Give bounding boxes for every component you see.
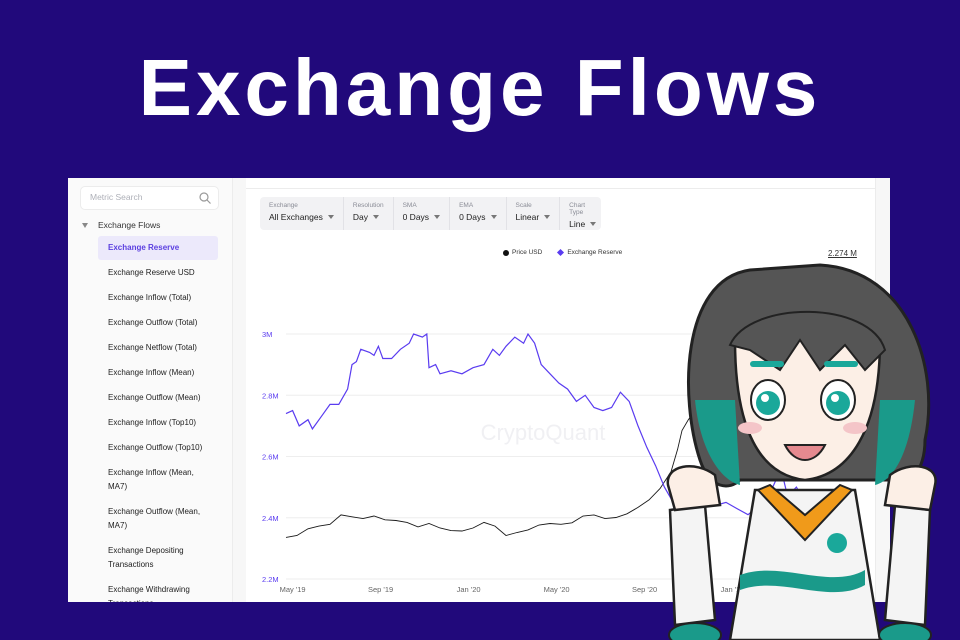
banner-title: Exchange Flows — [138, 43, 822, 132]
watermark: CryptoQuant — [481, 420, 606, 445]
y-tick-label: 3M — [262, 330, 272, 339]
x-tick-label: Sep '19 — [368, 585, 393, 594]
x-tick-label: Jan '20 — [457, 585, 481, 594]
mascot-body — [666, 465, 937, 640]
x-tick-label: May '19 — [280, 585, 306, 594]
y-tick-label: 2.8M — [262, 391, 279, 400]
y-tick-label: 2.2M — [262, 575, 279, 584]
y-tick-label: 2.6M — [262, 453, 279, 462]
x-tick-label: May '20 — [544, 585, 570, 594]
y-tick-label: 2.4M — [262, 514, 279, 523]
mascot-illustration — [666, 263, 937, 640]
